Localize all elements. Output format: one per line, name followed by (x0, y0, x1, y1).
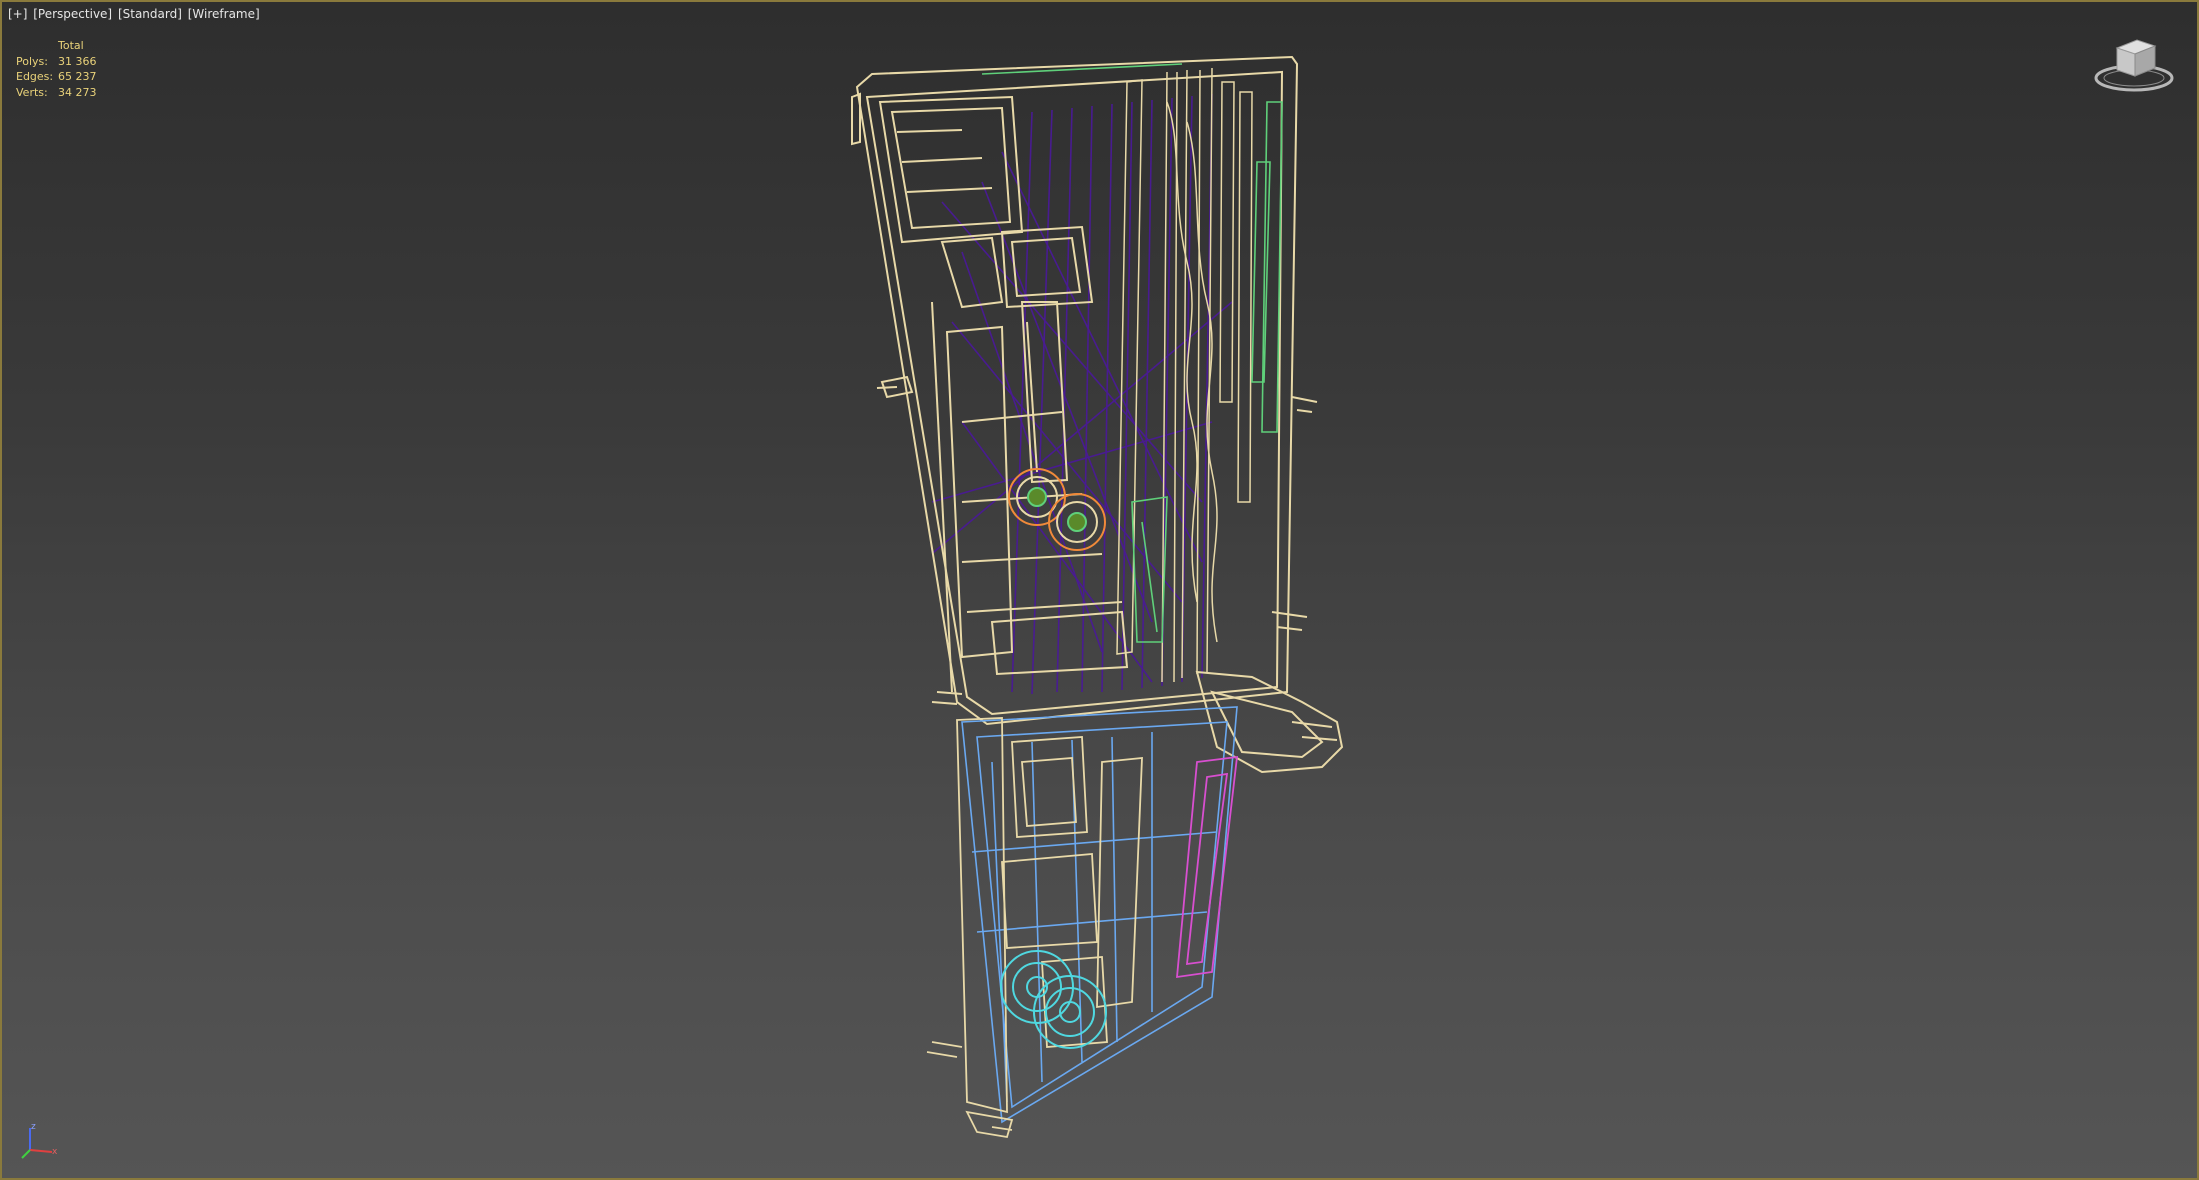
svg-text:z: z (31, 1122, 36, 1132)
lower-magazine-body (926, 706, 1239, 1139)
axis-tripod-icon: z x (21, 1122, 58, 1159)
perspective-viewport[interactable]: [+] [Perspective] [Standard] [Wireframe]… (0, 0, 2199, 1180)
svg-text:x: x (52, 1147, 58, 1157)
lower-gears (1000, 950, 1107, 1049)
wireframe-model[interactable] (2, 2, 2197, 1178)
upper-magazine-body (851, 55, 1318, 726)
